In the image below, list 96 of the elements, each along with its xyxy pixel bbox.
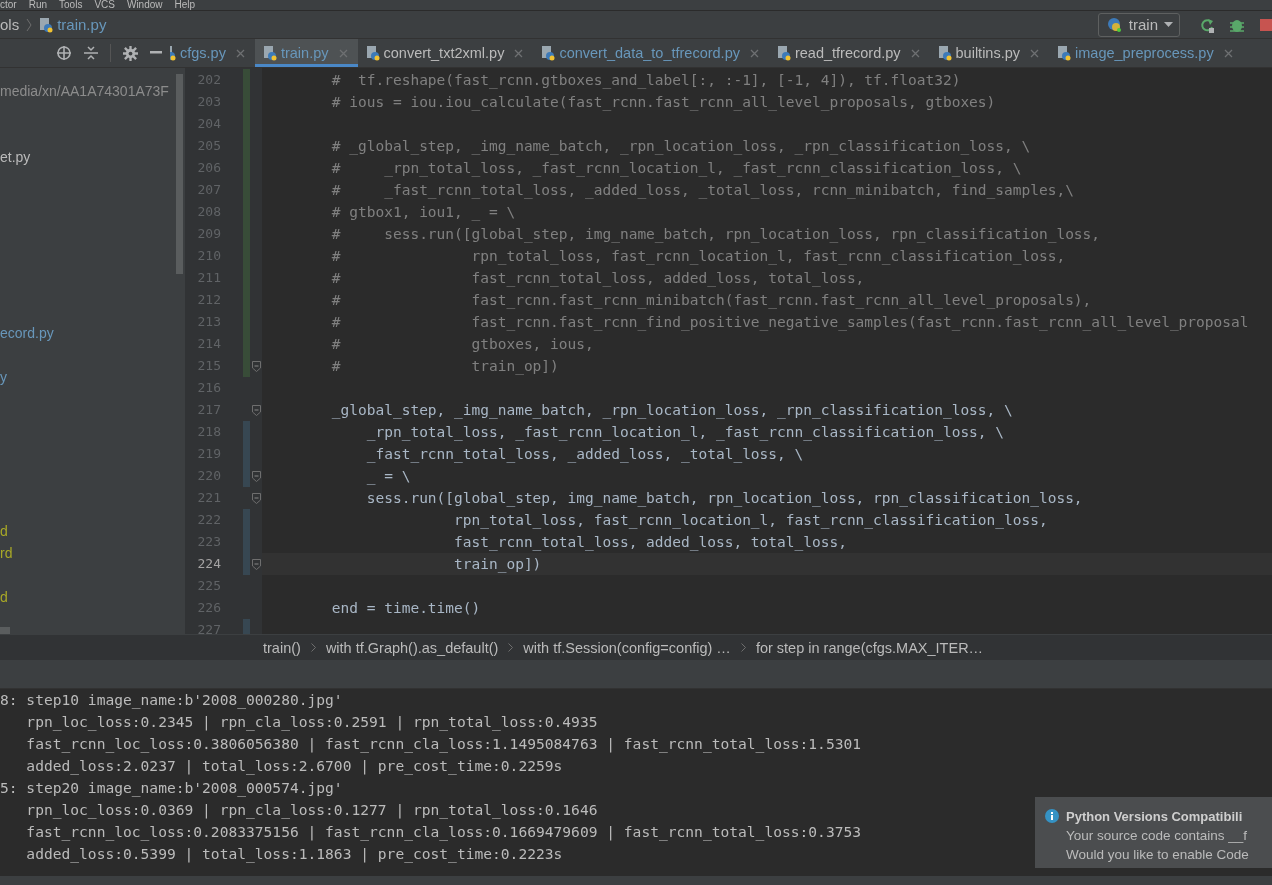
breadcrumb[interactable]: with tf.Graph().as_default() — [325, 639, 499, 656]
chevron-icon — [740, 643, 746, 652]
code-comment: # gtboxes, ious, — [330, 335, 594, 354]
project-tree-item[interactable]: media/xn/AA1A74301A73F — [0, 80, 169, 102]
code-comment: # _global_step, _img_name_batch, _rpn_location_loss, _rpn_classification_loss, \ — [330, 137, 1031, 157]
fold-icon[interactable] — [251, 404, 261, 416]
collapse-icon[interactable] — [84, 45, 98, 61]
notification-text: Your source code contains __f — [1066, 827, 1249, 845]
code-comment: # rpn_total_loss, fast_rcnn_location_l, fast_rcnn_classification_loss, — [330, 247, 1066, 267]
code-comment: # ious = iou.iou_calculate(fast_rcnn.fast_rcnn_all_level_proposals, gtboxes) — [330, 93, 996, 113]
rerun-icon[interactable] — [1199, 16, 1215, 33]
console-line: rpn_loc_loss:0.0369 | rpn_cla_loss:0.1277 | rpn_total_loss:0.1646 — [25, 800, 598, 821]
notification-text: Would you like to enable Code — [1066, 846, 1249, 864]
menu-item[interactable]: Help — [174, 0, 196, 10]
scrollbar[interactable] — [176, 74, 183, 274]
code-line: _global_step, _img_name_batch, _rpn_location_loss, _rpn_classification_loss, \ — [330, 401, 1013, 421]
code-comment: # gtbox1, iou1, _ = \ — [330, 203, 516, 223]
project-tree-item[interactable]: ecord.py — [0, 322, 54, 344]
locate-icon[interactable] — [56, 45, 72, 61]
stop-icon[interactable] — [1260, 18, 1272, 31]
close-icon[interactable] — [910, 48, 920, 58]
code-comment: # train_op]) — [330, 357, 559, 377]
close-icon[interactable] — [1030, 48, 1040, 58]
minimize-icon[interactable] — [150, 51, 162, 55]
caret-icon — [1164, 21, 1173, 28]
console-line: 8: step10 image_name:b'2008_000280.jpg' — [0, 690, 343, 711]
console-line: fast_rcnn_loc_loss:0.3806056380 | fast_rcnn_cla_loss:1.1495084763 | fast_rcnn_total_loss:1.5301 — [25, 734, 862, 755]
breadcrumb[interactable]: for step in range(cfgs.MAX_ITER… — [755, 639, 984, 656]
python-file-icon — [365, 45, 380, 61]
code-line: sess.run([global_step, img_name_batch, rpn_location_loss, rpn_classification_loss, — [365, 489, 1083, 509]
chevron-icon — [508, 643, 514, 652]
code-line: end = time.time() — [330, 599, 481, 618]
code-line: fast_rcnn_total_loss, added_loss, total_loss, — [453, 533, 847, 553]
file-tab[interactable]: builtins.py — [929, 39, 1050, 67]
fold-icon[interactable] — [251, 470, 261, 482]
run-config-dropdown[interactable]: train — [1097, 12, 1180, 37]
fold-icon[interactable] — [251, 360, 261, 372]
project-tree-item[interactable]: rd — [0, 542, 13, 564]
project-tree-item[interactable]: et.py — [0, 146, 31, 168]
project-tree-item[interactable]: d — [0, 520, 8, 542]
menu-item[interactable]: ctor — [0, 0, 17, 10]
menu-item[interactable]: VCS — [94, 0, 115, 10]
code-line: _rpn_total_loss, _fast_rcnn_location_l, _fast_rcnn_classification_loss, \ — [365, 423, 1005, 443]
python-icon — [1106, 16, 1123, 33]
code-line: _ = \ — [365, 467, 411, 487]
fold-icon[interactable] — [251, 492, 261, 504]
close-icon[interactable] — [235, 48, 245, 58]
project-tree-item[interactable]: y — [0, 366, 7, 388]
scrollbar[interactable] — [0, 627, 10, 634]
code-comment: # fast_rcnn_total_loss, added_loss, total_loss, — [330, 269, 865, 289]
file-tab[interactable]: convert_txt2xml.py — [357, 39, 534, 67]
fold-icon[interactable] — [251, 558, 261, 570]
python-file-icon — [937, 45, 952, 61]
menu-item[interactable]: Window — [126, 0, 163, 10]
python-file-icon — [776, 45, 791, 61]
code-comment: # fast_rcnn.fast_rcnn_find_positive_negative_samples(fast_rcnn.fast_rcnn_all_level_proposal — [330, 313, 1249, 333]
nav-crumb[interactable]: ols — [0, 16, 20, 33]
settings-icon[interactable] — [123, 45, 138, 61]
code-line: _fast_rcnn_total_loss, _added_loss, _total_loss, \ — [365, 445, 804, 465]
console-line: 5: step20 image_name:b'2008_000574.jpg' — [0, 778, 343, 799]
file-tab[interactable]: convert_data_to_tfrecord.py — [533, 39, 769, 67]
python-file-icon — [170, 45, 176, 61]
console-line: fast_rcnn_loc_loss:0.2083375156 | fast_rcnn_cla_loss:0.1669479609 | fast_rcnn_total_loss:0.3753 — [25, 822, 862, 843]
breadcrumb[interactable]: train() — [263, 639, 301, 656]
code-comment: # _fast_rcnn_total_loss, _added_loss, _total_loss, rcnn_minibatch, find_samples,\ — [330, 181, 1074, 201]
python-file-icon — [262, 45, 277, 61]
menu-item[interactable]: Tools — [59, 0, 83, 10]
file-tab[interactable]: cfgs.py — [170, 39, 255, 67]
notification-balloon[interactable]: Python Versions Compatibili Your source code contains __f Would you like to enable Code — [1035, 797, 1272, 868]
close-icon[interactable] — [1223, 48, 1233, 58]
python-file-icon — [541, 45, 556, 61]
code-comment: # tf.reshape(fast_rcnn.gtboxes_and_label[:, :-1], [-1, 4]), tf.float32) — [330, 71, 961, 91]
console-line: added_loss:0.5399 | total_loss:1.1863 | pre_cost_time:0.2223s — [25, 844, 563, 865]
file-tab[interactable]: read_tfrecord.py — [768, 39, 930, 67]
python-file-icon — [39, 16, 54, 33]
nav-crumb[interactable]: train.py — [57, 16, 107, 33]
info-icon — [1045, 809, 1059, 823]
chevron-icon — [26, 17, 33, 32]
code-line: train_op]) — [453, 555, 542, 575]
code-comment: # _rpn_total_loss, _fast_rcnn_location_l, _fast_rcnn_classification_loss, \ — [330, 159, 1022, 179]
code-comment: # fast_rcnn.fast_rcnn_minibatch(fast_rcnn.fast_rcnn_all_level_proposals), — [330, 291, 1092, 311]
notification-title: Python Versions Compatibili — [1066, 808, 1244, 826]
file-tab[interactable]: image_preprocess.py — [1049, 39, 1243, 67]
close-icon[interactable] — [338, 48, 348, 58]
project-tree-item[interactable]: d — [0, 586, 8, 608]
python-file-icon — [1057, 45, 1072, 61]
code-line: rpn_total_loss, fast_rcnn_location_l, fast_rcnn_classification_loss, — [453, 511, 1048, 531]
menu-item[interactable]: Run — [28, 0, 48, 10]
code-comment: # sess.run([global_step, img_name_batch, rpn_location_loss, rpn_classification_loss, — [330, 225, 1101, 245]
close-icon[interactable] — [749, 48, 759, 58]
close-icon[interactable] — [514, 48, 524, 58]
console-line: added_loss:2.0237 | total_loss:2.6700 | pre_cost_time:0.2259s — [25, 756, 563, 777]
line-number: 224 — [196, 555, 222, 573]
console-line: rpn_loc_loss:0.2345 | rpn_cla_loss:0.2591 | rpn_total_loss:0.4935 — [25, 712, 598, 733]
breadcrumb[interactable]: with tf.Session(config=config) … — [523, 639, 731, 656]
chevron-icon — [310, 643, 316, 652]
